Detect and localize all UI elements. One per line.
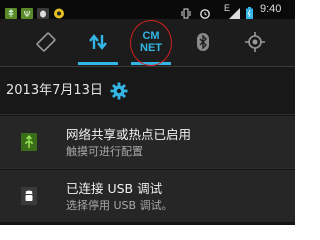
usb-tether-icon — [18, 131, 40, 153]
notification-shade: Ψ E 9:40 CM NET 2013年7月13日 网络共享或热点已启用 触摸… — [0, 0, 295, 225]
bug-icon — [37, 4, 49, 19]
quick-settings-row: CM NET — [0, 19, 295, 67]
divider — [0, 114, 295, 115]
gear-icon[interactable] — [110, 82, 128, 104]
qs-tile-gps[interactable] — [229, 19, 281, 65]
qs-tile-bluetooth[interactable] — [177, 19, 229, 65]
notification-subtitle: 触摸可进行配置 — [66, 145, 143, 158]
svg-text:Ψ: Ψ — [24, 10, 30, 19]
bluetooth-icon — [195, 31, 211, 53]
qs-tile-mobile-data[interactable] — [72, 19, 124, 65]
battery-icon — [246, 4, 253, 19]
notification-title: 网络共享或热点已启用 — [66, 127, 192, 142]
vibrate-icon — [181, 4, 191, 19]
date-row: 2013年7月13日 — [0, 67, 295, 114]
status-bar: Ψ E 9:40 — [0, 0, 295, 19]
date-label: 2013年7月13日 — [6, 83, 103, 98]
usb-icon — [5, 4, 17, 19]
notification-usb-debugging[interactable]: 已连接 USB 调试 选择停用 USB 调试。 — [0, 170, 295, 222]
qs-active-indicator — [78, 62, 118, 65]
notification-title: 已连接 USB 调试 — [66, 181, 163, 196]
signal-icon — [229, 4, 240, 19]
usb-debug-icon: Ψ — [21, 4, 33, 19]
notification-subtitle: 选择停用 USB 调试。 — [66, 199, 173, 212]
alarm-icon — [199, 4, 211, 19]
annotation-circle — [130, 20, 172, 66]
clock: 9:40 — [260, 3, 282, 15]
android-bug-icon — [18, 185, 40, 207]
android-icon — [53, 4, 65, 19]
rotate-icon — [35, 31, 57, 53]
gps-icon — [244, 31, 266, 53]
notification-tethering[interactable]: 网络共享或热点已启用 触摸可进行配置 — [0, 116, 295, 168]
qs-tile-auto-rotate[interactable] — [20, 19, 72, 65]
data-arrows-icon — [87, 31, 109, 53]
divider — [0, 168, 295, 169]
